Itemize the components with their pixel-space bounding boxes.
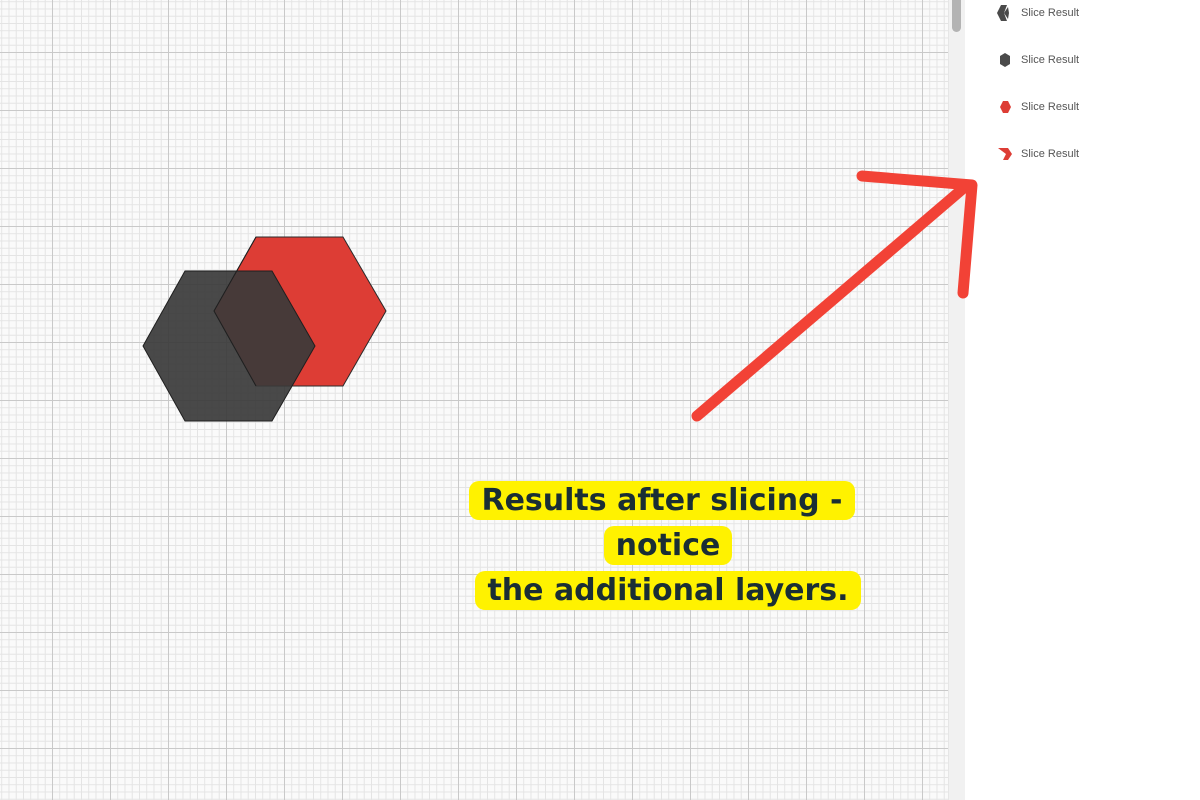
layer-item-slice-result-2[interactable]: Slice Result <box>995 48 1079 72</box>
canvas-shapes-layer <box>142 236 387 422</box>
dark-hexagon-slice-icon <box>1000 53 1010 67</box>
layer-item-slice-result-4[interactable]: Slice Result <box>995 142 1079 166</box>
red-hexagon-slice-icon <box>1000 101 1011 113</box>
canvas-vertical-scrollbar[interactable] <box>948 0 965 800</box>
scrollbar-thumb[interactable] <box>952 0 961 32</box>
design-app-window: Slice Result Slice Result Slice Result S… <box>0 0 1200 800</box>
layer-label: Slice Result <box>1021 101 1080 113</box>
layer-label: Slice Result <box>1021 54 1080 66</box>
layer-item-slice-result-1[interactable]: Slice Result <box>995 1 1079 25</box>
layer-label: Slice Result <box>1021 7 1080 19</box>
layer-item-slice-result-3[interactable]: Slice Result <box>995 95 1079 119</box>
red-chevron-slice-icon <box>998 148 1012 160</box>
dark-chevron-slice-icon <box>997 5 1009 21</box>
callout-line-1: Results after slicing - notice <box>469 481 855 565</box>
layers-panel: Slice Result Slice Result Slice Result S… <box>965 0 1200 800</box>
layer-label: Slice Result <box>1021 148 1080 160</box>
annotation-callout: Results after slicing - notice the addit… <box>418 478 918 613</box>
design-canvas[interactable] <box>0 0 948 800</box>
callout-line-2: the additional layers. <box>475 571 861 610</box>
